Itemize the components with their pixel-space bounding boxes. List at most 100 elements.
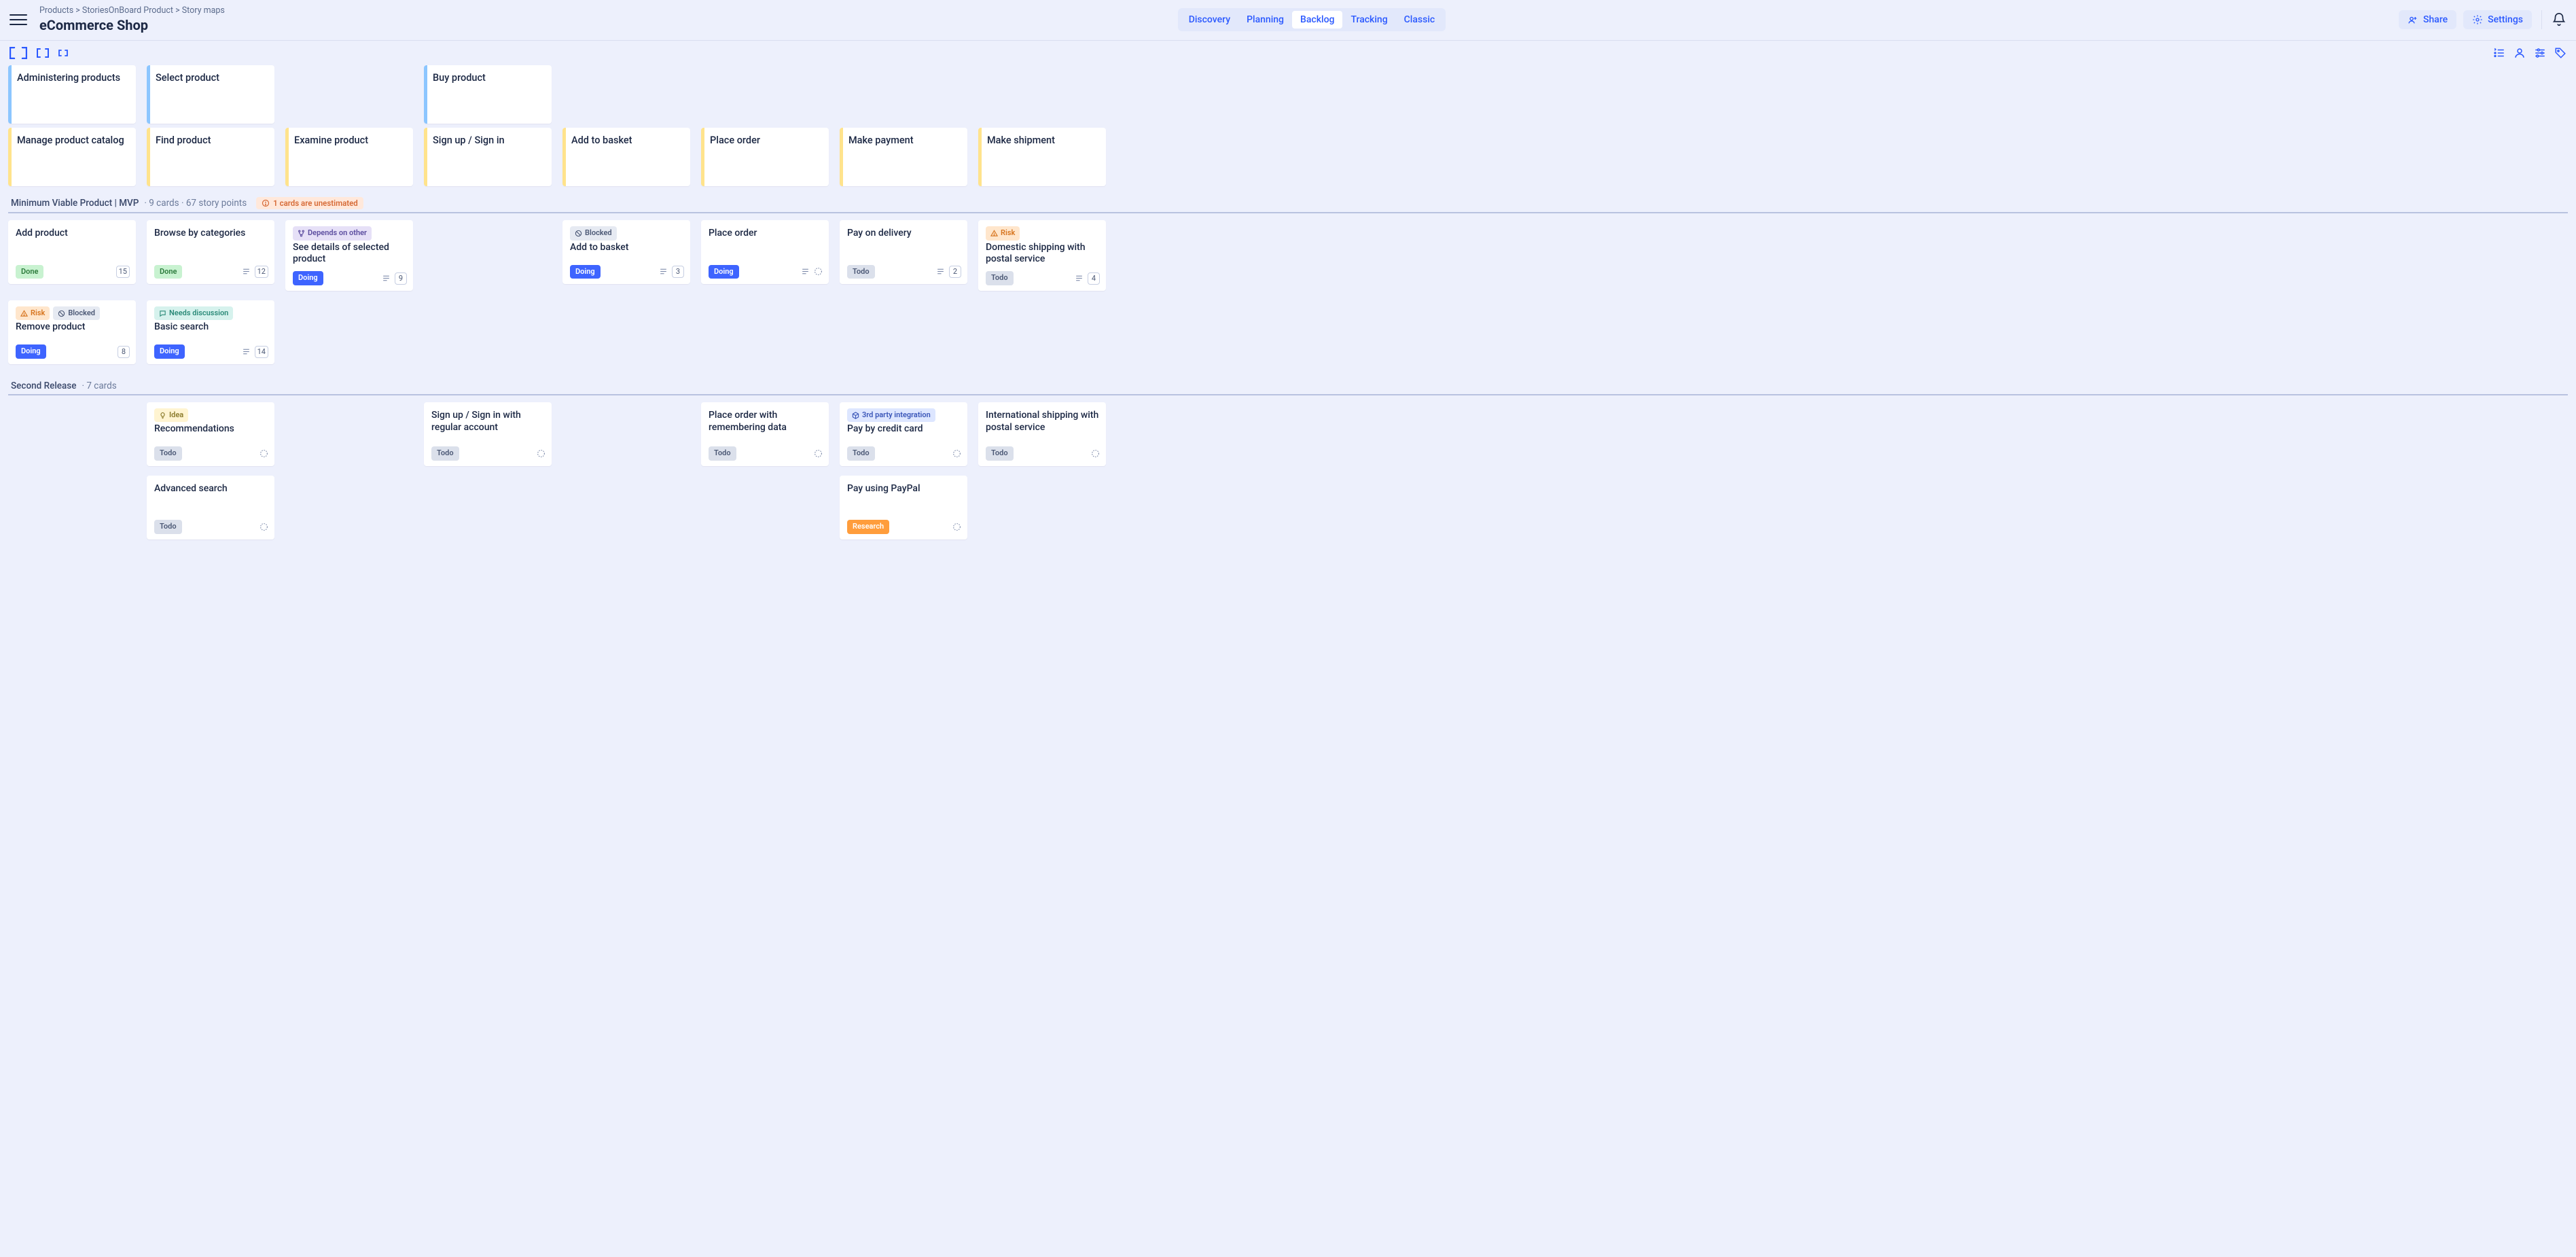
gear-icon — [2472, 14, 2483, 25]
status-badge: Todo — [154, 446, 182, 461]
description-icon — [659, 267, 668, 276]
filter-button[interactable] — [2534, 47, 2546, 59]
story-card[interactable]: International shipping with postal servi… — [978, 402, 1106, 466]
share-button[interactable]: Share — [2399, 10, 2456, 29]
story-title: See details of selected product — [293, 242, 407, 266]
story-card[interactable]: Browse by categories Done 12 — [147, 220, 274, 284]
activity-card[interactable]: Find product — [147, 128, 274, 186]
unestimated-icon — [1091, 449, 1100, 458]
epic-card[interactable]: Select product — [147, 65, 274, 124]
story-card[interactable]: BlockedAdd to basket Doing 3 — [562, 220, 690, 284]
breadcrumb-link[interactable]: Story maps — [182, 5, 225, 16]
story-footer: Research — [847, 514, 961, 534]
epic-card[interactable]: Administering products — [8, 65, 136, 124]
story-title: Place order — [709, 228, 823, 240]
menu-icon[interactable] — [10, 11, 27, 29]
story-points: 12 — [255, 266, 268, 278]
story-card[interactable]: RiskDomestic shipping with postal servic… — [978, 220, 1106, 291]
story-card[interactable]: Sign up / Sign in with regular account T… — [424, 402, 552, 466]
story-footer: Doing 8 — [16, 339, 130, 359]
story-footer: Doing 3 — [570, 260, 684, 279]
header-actions: Share Settings — [2399, 10, 2566, 29]
story-meta: 15 — [116, 266, 130, 278]
tab-classic[interactable]: Classic — [1396, 11, 1444, 29]
unestimated-icon — [952, 449, 961, 458]
release-header[interactable]: Minimum Viable Product | MVP · 9 cards ·… — [8, 193, 2568, 213]
story-footer: Doing — [709, 260, 823, 279]
story-points: 15 — [116, 266, 130, 278]
status-badge: Todo — [847, 265, 875, 279]
description-icon — [242, 347, 251, 356]
story-footer: Doing 9 — [293, 266, 407, 285]
tags-button[interactable] — [2554, 47, 2566, 59]
story-card[interactable]: Depends on otherSee details of selected … — [285, 220, 413, 291]
story-meta: 8 — [118, 346, 130, 358]
story-footer: Todo — [847, 441, 961, 461]
story-points: 3 — [672, 266, 684, 278]
story-card[interactable]: 3rd party integrationPay by credit card … — [840, 402, 967, 466]
activity-card[interactable]: Make shipment — [978, 128, 1106, 186]
bell-icon — [2552, 12, 2566, 27]
story-footer: Todo — [709, 441, 823, 461]
activity-card[interactable]: Place order — [701, 128, 829, 186]
story-card[interactable]: Needs discussionBasic search Doing 14 — [147, 300, 274, 364]
story-title: Add to basket — [570, 242, 684, 254]
status-badge: Doing — [570, 265, 601, 279]
story-title: Domestic shipping with postal service — [986, 242, 1100, 266]
share-icon — [2408, 14, 2418, 25]
story-tag: Blocked — [53, 306, 100, 321]
activity-card[interactable]: Examine product — [285, 128, 413, 186]
breadcrumb-link[interactable]: StoriesOnBoard Product — [82, 5, 173, 16]
story-tags: 3rd party integration — [847, 408, 961, 423]
share-label: Share — [2423, 14, 2448, 25]
settings-button[interactable]: Settings — [2463, 10, 2532, 29]
tab-discovery[interactable]: Discovery — [1181, 11, 1238, 29]
story-meta — [801, 267, 823, 276]
story-meta — [537, 449, 545, 458]
notifications-button[interactable] — [2552, 12, 2566, 27]
release-name: Minimum Viable Product | MVP — [11, 198, 139, 209]
story-card[interactable]: Pay using PayPal Research — [840, 476, 967, 539]
release-header[interactable]: Second Release · 7 cards — [8, 376, 2568, 395]
release-warning: 1 cards are unestimated — [256, 197, 363, 209]
story-footer: Todo — [154, 441, 268, 461]
activity-card[interactable]: Sign up / Sign in — [424, 128, 552, 186]
status-badge: Todo — [986, 271, 1014, 285]
story-title: Pay on delivery — [847, 228, 961, 240]
card-size-large-button[interactable] — [10, 47, 27, 59]
story-card[interactable]: Place order Doing — [701, 220, 829, 284]
card-size-medium-button[interactable] — [37, 48, 49, 58]
story-card[interactable]: RiskBlockedRemove product Doing 8 — [8, 300, 136, 364]
tab-planning[interactable]: Planning — [1238, 11, 1292, 29]
story-card[interactable]: IdeaRecommendations Todo — [147, 402, 274, 466]
story-points: 14 — [255, 346, 268, 358]
activity-card[interactable]: Make payment — [840, 128, 967, 186]
settings-label: Settings — [2488, 14, 2523, 25]
story-footer: Done 12 — [154, 260, 268, 279]
unestimated-icon — [537, 449, 545, 458]
list-view-button[interactable] — [2493, 47, 2505, 59]
status-badge: Doing — [154, 344, 185, 359]
story-footer: Done 15 — [16, 260, 130, 279]
story-meta: 9 — [382, 272, 407, 285]
activity-card[interactable]: Manage product catalog — [8, 128, 136, 186]
tab-backlog[interactable]: Backlog — [1292, 11, 1342, 29]
story-card[interactable]: Advanced search Todo — [147, 476, 274, 539]
breadcrumb-link[interactable]: Products — [39, 5, 73, 16]
story-tags: Depends on other — [293, 226, 407, 241]
story-card[interactable]: Pay on delivery Todo 2 — [840, 220, 967, 284]
tab-tracking[interactable]: Tracking — [1342, 11, 1395, 29]
epic-card[interactable]: Buy product — [424, 65, 552, 124]
story-card[interactable]: Add product Done 15 — [8, 220, 136, 284]
card-size-small-button[interactable] — [58, 50, 68, 56]
story-tag: 3rd party integration — [847, 408, 935, 423]
people-button[interactable] — [2514, 47, 2526, 59]
story-tags: Needs discussion — [154, 306, 268, 321]
story-tag: Depends on other — [293, 226, 372, 241]
story-meta — [260, 449, 268, 458]
cube-icon — [852, 412, 859, 419]
story-title: Browse by categories — [154, 228, 268, 240]
activity-card[interactable]: Add to basket — [562, 128, 690, 186]
story-footer: Todo — [986, 441, 1100, 461]
story-card[interactable]: Place order with remembering data Todo — [701, 402, 829, 466]
